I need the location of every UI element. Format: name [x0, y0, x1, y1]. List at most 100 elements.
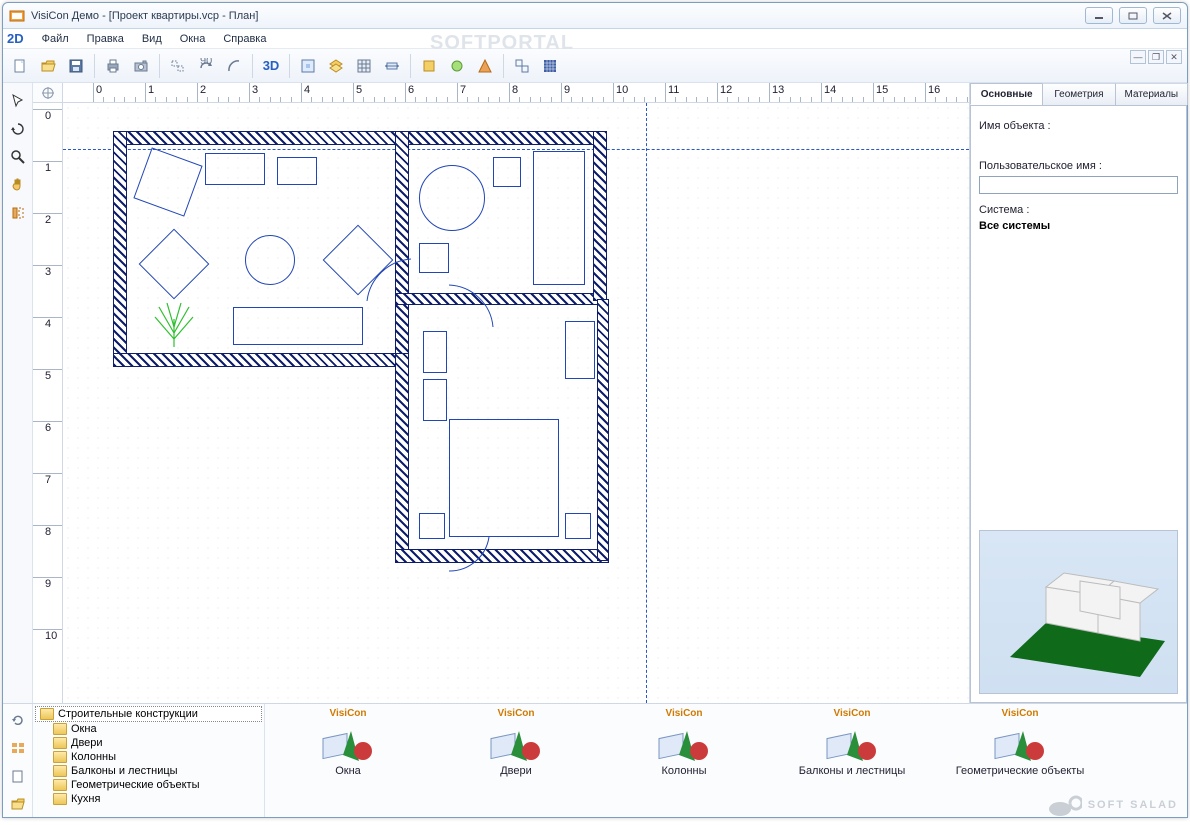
plant-icon: [149, 299, 199, 349]
object-name-label: Имя объекта :: [979, 120, 1178, 132]
element-1-button[interactable]: [416, 53, 442, 79]
gallery-caption: Окна: [335, 765, 361, 777]
system-value: Все системы: [979, 220, 1178, 232]
room-button[interactable]: [295, 53, 321, 79]
mdi-minimize-button[interactable]: —: [1130, 50, 1146, 64]
gallery-thumb-icon: [657, 721, 711, 763]
user-name-label: Пользовательское имя :: [979, 160, 1178, 172]
properties-panel: Основные Геометрия Материалы Имя объекта…: [969, 83, 1187, 703]
hatch-grid-button[interactable]: [537, 53, 563, 79]
lib-folder-button[interactable]: [6, 792, 30, 816]
tab-basic[interactable]: Основные: [970, 83, 1043, 105]
minimize-button[interactable]: [1085, 7, 1113, 24]
svg-text:90: 90: [200, 58, 212, 67]
guide-horizontal[interactable]: [63, 149, 969, 150]
new-file-button[interactable]: [7, 53, 33, 79]
plan-canvas[interactable]: [63, 103, 969, 703]
gallery-brand: VisiCon: [833, 708, 870, 719]
stretch-button[interactable]: [379, 53, 405, 79]
camera-button[interactable]: [128, 53, 154, 79]
library-tree[interactable]: Строительные конструкции ОкнаДвериКолонн…: [33, 704, 265, 817]
gallery-caption: Геометрические объекты: [956, 765, 1084, 777]
element-3-button[interactable]: [472, 53, 498, 79]
ruler-origin-icon[interactable]: [33, 83, 63, 103]
lib-view-button[interactable]: [6, 736, 30, 760]
gallery-brand: VisiCon: [1001, 708, 1038, 719]
titlebar[interactable]: VisiCon Демо - [Проект квартиры.vcp - Пл…: [3, 3, 1187, 29]
mdi-restore-button[interactable]: ❐: [1148, 50, 1164, 64]
align-button[interactable]: [165, 53, 191, 79]
mode-2d-label: 2D: [7, 31, 24, 46]
menu-view[interactable]: Вид: [134, 31, 170, 47]
gallery-caption: Двери: [500, 765, 532, 777]
save-file-button[interactable]: [63, 53, 89, 79]
mode-3d-button[interactable]: 3D: [258, 53, 284, 79]
rotate-90-button[interactable]: 90: [193, 53, 219, 79]
menu-file[interactable]: Файл: [34, 31, 77, 47]
main-toolbar: 90 3D: [3, 49, 1187, 83]
pan-tool[interactable]: [6, 173, 30, 197]
gallery-caption: Балконы и лестницы: [799, 765, 906, 777]
canvas-grid: [63, 103, 969, 703]
maximize-button[interactable]: [1119, 7, 1147, 24]
vertical-ruler[interactable]: [33, 103, 63, 703]
tree-item[interactable]: Кухня: [35, 792, 262, 806]
gallery-item[interactable]: VisiCon Балконы и лестницы: [777, 708, 927, 813]
tab-geometry[interactable]: Геометрия: [1042, 83, 1115, 105]
preview-3d[interactable]: [979, 530, 1178, 694]
tab-materials[interactable]: Материалы: [1115, 83, 1188, 105]
menu-help[interactable]: Справка: [215, 31, 274, 47]
gallery-thumb-icon: [993, 721, 1047, 763]
gallery-item[interactable]: VisiCon Двери: [441, 708, 591, 813]
folder-icon: [53, 723, 67, 735]
gallery-brand: VisiCon: [665, 708, 702, 719]
left-toolbar: [3, 83, 33, 703]
lib-refresh-button[interactable]: [6, 708, 30, 732]
gallery-brand: VisiCon: [497, 708, 534, 719]
element-2-button[interactable]: [444, 53, 470, 79]
menu-edit[interactable]: Правка: [79, 31, 132, 47]
gallery-thumb-icon: [489, 721, 543, 763]
gallery-caption: Колонны: [662, 765, 707, 777]
gallery-thumb-icon: [825, 721, 879, 763]
close-button[interactable]: [1153, 7, 1181, 24]
layers-button[interactable]: [323, 53, 349, 79]
tree-item[interactable]: Колонны: [35, 750, 262, 764]
tree-item[interactable]: Двери: [35, 736, 262, 750]
tree-root[interactable]: Строительные конструкции: [35, 706, 262, 722]
horizontal-ruler[interactable]: [63, 83, 969, 103]
grid-button[interactable]: [351, 53, 377, 79]
app-icon: [9, 8, 25, 24]
folder-icon: [53, 751, 67, 763]
gallery-item[interactable]: VisiCon Колонны: [609, 708, 759, 813]
system-label: Система :: [979, 204, 1178, 216]
folder-icon: [53, 737, 67, 749]
app-window: VisiCon Демо - [Проект квартиры.vcp - Пл…: [2, 2, 1188, 818]
mdi-close-button[interactable]: ✕: [1166, 50, 1182, 64]
open-file-button[interactable]: [35, 53, 61, 79]
group-button[interactable]: [509, 53, 535, 79]
gallery-item[interactable]: VisiCon Окна: [273, 708, 423, 813]
user-name-input[interactable]: [979, 176, 1178, 194]
gallery-thumb-icon: [321, 721, 375, 763]
library-panel: Строительные конструкции ОкнаДвериКолонн…: [3, 703, 1187, 817]
folder-icon: [53, 765, 67, 777]
guide-vertical[interactable]: [646, 103, 647, 703]
rotate-tool[interactable]: [6, 117, 30, 141]
select-tool[interactable]: [6, 89, 30, 113]
tree-item[interactable]: Геометрические объекты: [35, 778, 262, 792]
tree-item[interactable]: Балконы и лестницы: [35, 764, 262, 778]
folder-icon: [53, 779, 67, 791]
arc-button[interactable]: [221, 53, 247, 79]
folder-icon: [53, 793, 67, 805]
zoom-tool[interactable]: [6, 145, 30, 169]
folder-icon: [40, 708, 54, 720]
gallery-brand: VisiCon: [329, 708, 366, 719]
mirror-tool[interactable]: [6, 201, 30, 225]
window-title: VisiCon Демо - [Проект квартиры.vcp - Пл…: [31, 10, 1085, 22]
tree-item[interactable]: Окна: [35, 722, 262, 736]
print-button[interactable]: [100, 53, 126, 79]
menu-windows[interactable]: Окна: [172, 31, 214, 47]
menubar: 2D Файл Правка Вид Окна Справка SOFTPORT…: [3, 29, 1187, 49]
lib-new-button[interactable]: [6, 764, 30, 788]
